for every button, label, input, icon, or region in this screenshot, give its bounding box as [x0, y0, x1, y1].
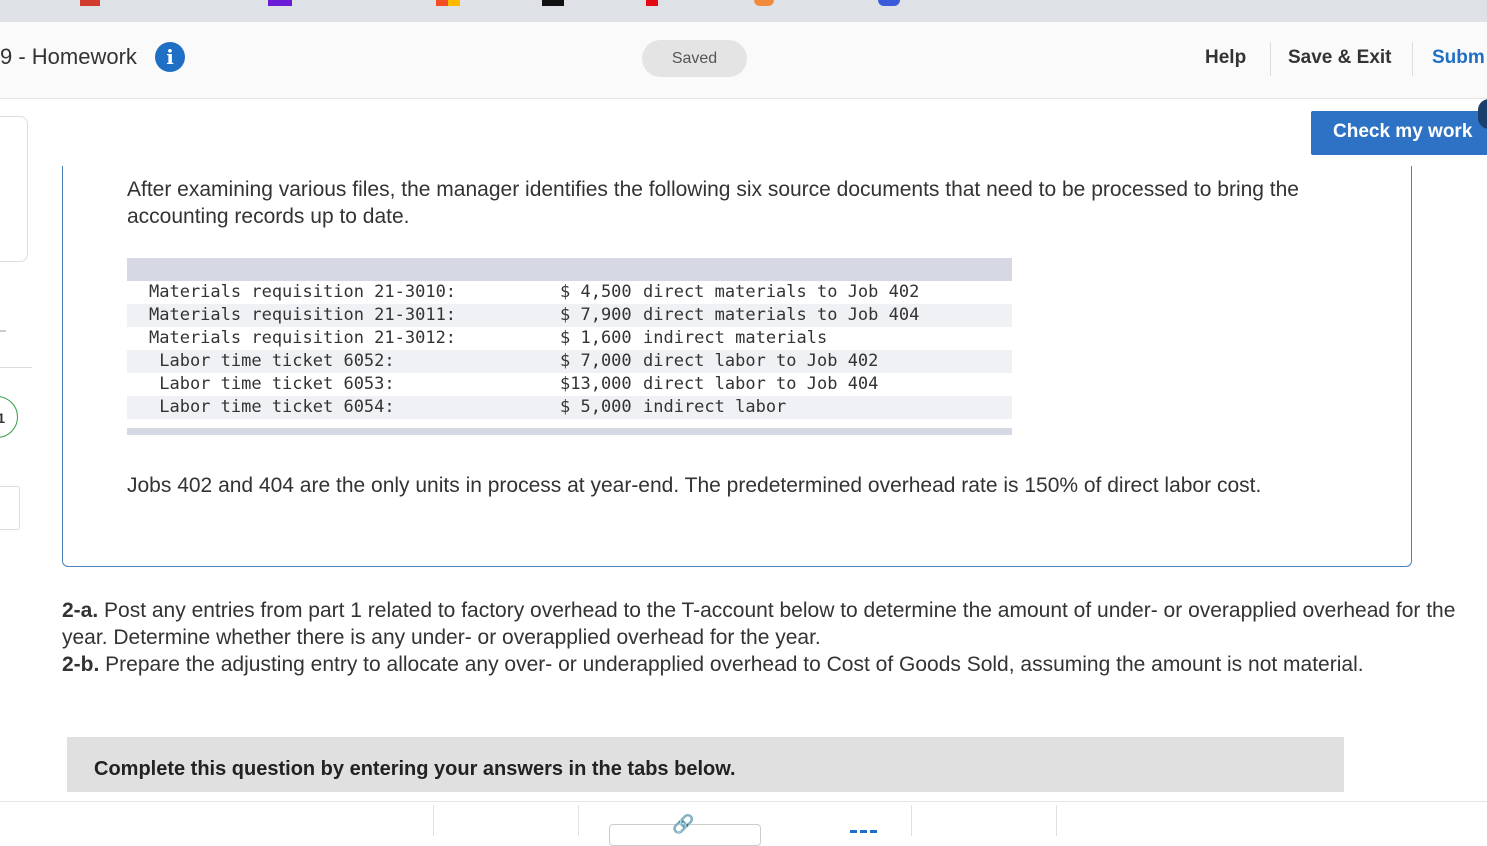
nav-divider: [1412, 42, 1413, 76]
help-link[interactable]: Help: [1205, 47, 1246, 69]
bookmark-icon[interactable]: [80, 0, 100, 6]
document-description: direct labor to Job 404: [643, 374, 879, 394]
document-label: Materials requisition 21-3012:: [149, 328, 457, 348]
tab-divider: [1056, 805, 1057, 836]
bookmark-icon[interactable]: [646, 0, 658, 6]
bookmark-icon[interactable]: [754, 0, 774, 6]
document-amount: $13,000: [560, 374, 632, 394]
tab-divider: [911, 805, 912, 836]
bookmarks-bar: [0, 0, 1487, 23]
table-row: Labor time ticket 6053: $13,000 direct l…: [127, 373, 1012, 396]
nav-divider: [1270, 42, 1271, 76]
question-nav-card[interactable]: [0, 116, 28, 262]
document-label: Labor time ticket 6053:: [149, 374, 395, 394]
document-amount: $ 4,500: [560, 282, 632, 302]
document-label: Materials requisition 21-3010:: [149, 282, 457, 302]
tab-divider: [578, 805, 579, 836]
bookmark-icon[interactable]: [268, 0, 292, 6]
requirement-text: Prepare the adjusting entry to allocate …: [99, 653, 1364, 676]
saved-status-badge: Saved: [642, 40, 747, 77]
link-icon[interactable]: 🔗: [672, 814, 694, 835]
requirement-2b: 2-b. Prepare the adjusting entry to allo…: [62, 651, 1462, 678]
requirement-label: 2-b.: [62, 653, 100, 676]
table-row: Labor time ticket 6052: $ 7,000 direct l…: [127, 350, 1012, 373]
document-label: Labor time ticket 6052:: [149, 351, 395, 371]
requirement-2a: 2-a. Post any entries from part 1 relate…: [62, 597, 1462, 651]
page-title: 9 - Homework: [0, 44, 137, 69]
check-work-badge: [1478, 99, 1487, 129]
document-amount: $ 5,000: [560, 397, 632, 417]
table-row: Labor time ticket 6054: $ 5,000 indirect…: [127, 396, 1012, 419]
document-description: indirect materials: [643, 328, 828, 348]
table-footer-bar: [127, 428, 1012, 435]
dashed-line-icon[interactable]: [850, 830, 878, 833]
document-label: Labor time ticket 6054:: [149, 397, 395, 417]
tab-strip-divider: [0, 801, 1487, 802]
question-nav-box[interactable]: [0, 486, 20, 530]
document-description: direct materials to Job 402: [643, 282, 920, 302]
table-row: Materials requisition 21-3010: $ 4,500 d…: [127, 281, 1012, 304]
document-amount: $ 7,000: [560, 351, 632, 371]
question-number-button[interactable]: 1: [0, 396, 18, 438]
nav-tick: [0, 330, 6, 332]
bookmark-icon[interactable]: [436, 0, 460, 6]
bookmark-icon[interactable]: [542, 0, 564, 6]
info-icon[interactable]: i: [155, 42, 185, 72]
document-description: direct materials to Job 404: [643, 305, 920, 325]
instructions-banner: Complete this question by entering your …: [67, 737, 1344, 792]
requirement-text: Post any entries from part 1 related to …: [62, 599, 1456, 649]
document-description: direct labor to Job 402: [643, 351, 879, 371]
document-amount: $ 7,900: [560, 305, 632, 325]
overhead-note-text: Jobs 402 and 404 are the only units in p…: [127, 474, 1262, 497]
source-documents-table: Materials requisition 21-3010: $ 4,500 d…: [127, 258, 1012, 436]
document-description: indirect labor: [643, 397, 787, 417]
table-row: Materials requisition 21-3011: $ 7,900 d…: [127, 304, 1012, 327]
tab-divider: [433, 805, 434, 836]
document-label: Materials requisition 21-3011:: [149, 305, 457, 325]
requirement-label: 2-a.: [62, 599, 99, 622]
save-exit-link[interactable]: Save & Exit: [1288, 47, 1392, 69]
question-requirements: 2-a. Post any entries from part 1 relate…: [62, 597, 1462, 678]
submit-link[interactable]: Subm: [1432, 47, 1485, 69]
instructions-text: Complete this question by entering your …: [94, 758, 736, 780]
table-row: Materials requisition 21-3012: $ 1,600 i…: [127, 327, 1012, 350]
table-header-bar: [127, 258, 1012, 281]
nav-divider: [0, 367, 32, 368]
intro-text: After examining various files, the manag…: [127, 178, 1299, 228]
bookmark-icon[interactable]: [878, 0, 900, 6]
document-amount: $ 1,600: [560, 328, 632, 348]
top-bar: 9 - Homework i Saved Help Save & Exit Su…: [0, 22, 1487, 99]
check-my-work-button[interactable]: Check my work: [1311, 111, 1487, 155]
